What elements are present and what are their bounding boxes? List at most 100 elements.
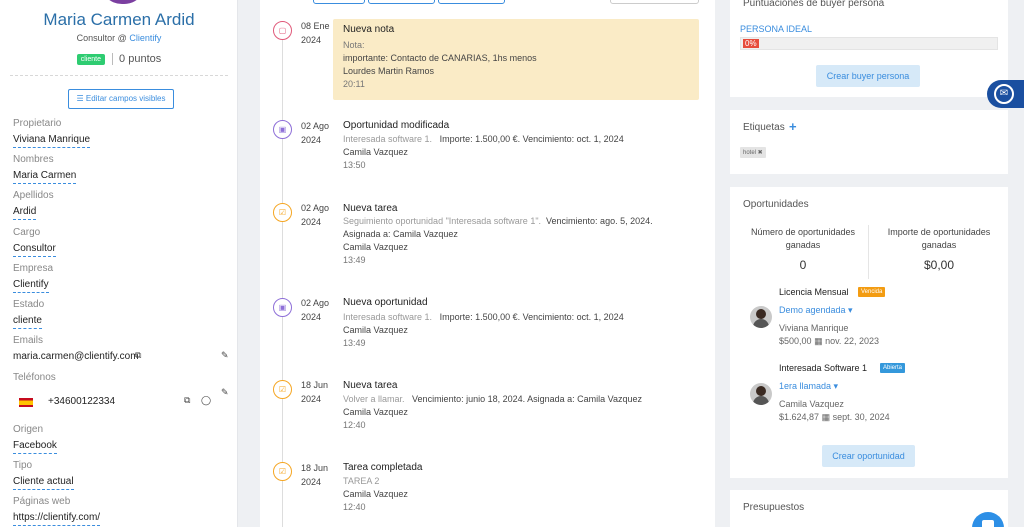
calendar-icon: ▦ <box>814 336 823 346</box>
field-label-emails: Emails <box>13 335 44 346</box>
opportunity-icon: ▣ <box>273 298 292 317</box>
budgets-card: Presupuestos <box>730 490 1008 527</box>
field-value-origen[interactable]: Facebook <box>13 440 57 454</box>
opportunity-icon: ▣ <box>273 120 292 139</box>
stage-dropdown[interactable]: Demo agendada ▾ <box>779 305 853 316</box>
whatsapp-icon[interactable]: ◯ <box>201 395 211 406</box>
opportunities-title: Oportunidades <box>743 199 809 210</box>
tags-card: Etiquetas + hotel ✖ <box>730 110 1008 174</box>
field-label-propietario: Propietario <box>13 118 62 129</box>
add-tag-icon[interactable]: + <box>789 119 797 134</box>
task-icon: ☑ <box>273 380 292 399</box>
timeline-author: Camila Vazquez <box>343 407 408 417</box>
timeline-title: Nueva nota <box>343 24 395 35</box>
won-count-value: 0 <box>799 258 807 272</box>
opportunity-owner: Camila Vazquez <box>779 399 844 409</box>
timeline-time: 20:11 <box>343 79 365 89</box>
timeline-line: Interesada software 1. Importe: 1.500,00… <box>343 312 624 322</box>
mail-icon: ✉ <box>994 84 1014 104</box>
timeline-line: Seguimiento oportunidad "Interesada soft… <box>343 216 653 226</box>
avatar <box>750 383 772 405</box>
won-amount-label: Importe de oportunidades ganadas <box>887 227 991 250</box>
company-link[interactable]: Clientify <box>129 33 161 43</box>
avatar <box>750 306 772 328</box>
timeline-line <box>282 35 283 527</box>
opportunity-amount-date: $500,00 ▦ nov. 22, 2023 <box>779 336 879 346</box>
create-buyer-persona-button[interactable]: Crear buyer persona <box>816 65 920 87</box>
field-value-phone[interactable]: +34600122334 <box>48 396 115 407</box>
filter-button[interactable] <box>368 0 435 4</box>
timeline-date: 08 Ene 2024 <box>301 21 330 45</box>
timeline-author: Camila Vazquez <box>343 147 408 157</box>
avatar[interactable] <box>100 0 146 4</box>
points-count: 0 puntos <box>112 53 161 66</box>
buyer-persona-title: Puntuaciones de buyer persona <box>743 0 885 9</box>
field-value-empresa[interactable]: Clientify <box>13 279 49 293</box>
timeline-date: 18 Jun 2024 <box>301 463 329 487</box>
field-label-cargo: Cargo <box>13 227 41 238</box>
filter-button[interactable] <box>313 0 365 4</box>
timeline-time: 12:40 <box>343 420 366 430</box>
field-label-tipo: Tipo <box>13 460 33 471</box>
timeline-date: 02 Ago 2024 <box>301 203 330 227</box>
timeline-author: Camila Vazquez <box>343 242 408 252</box>
field-value-email[interactable]: maria.carmen@clientify.com <box>13 351 139 362</box>
timeline-author: Lourdes Martin Ramos <box>343 66 435 76</box>
field-label-nombres: Nombres <box>13 154 54 165</box>
timeline-line: importante: Contacto de CANARIAS, 1hs me… <box>343 53 537 63</box>
opportunity-owner: Viviana Manrique <box>779 323 849 333</box>
field-label-paginas: Páginas web <box>13 496 71 507</box>
status-badge: Vencida <box>858 287 886 297</box>
status-badge: Abierta <box>880 363 906 373</box>
divider <box>10 75 228 76</box>
field-value-estado[interactable]: cliente <box>13 315 42 329</box>
opportunity-name[interactable]: Licencia Mensual <box>779 287 849 297</box>
divider <box>868 225 869 279</box>
won-amount-value: $0,00 <box>923 258 955 272</box>
pencil-icon[interactable]: ✎ <box>221 350 229 361</box>
field-label-telefonos: Teléfonos <box>13 372 56 383</box>
timeline-date: 02 Ago 2024 <box>301 298 330 322</box>
field-value-tipo[interactable]: Cliente actual <box>13 476 74 490</box>
persona-label: PERSONA IDEAL <box>740 24 813 34</box>
filter-button[interactable] <box>438 0 505 4</box>
timeline-title: Tarea completada <box>343 462 423 473</box>
persona-progress: 0% <box>740 37 998 50</box>
opportunities-card: Oportunidades Número de oportunidades gan… <box>730 187 1008 478</box>
timeline-title: Nueva tarea <box>343 380 398 391</box>
pencil-icon[interactable]: ✎ <box>221 387 229 398</box>
sort-button[interactable] <box>610 0 699 4</box>
field-value-apellidos[interactable]: Ardid <box>13 206 37 220</box>
field-value-propietario[interactable]: Viviana Manrique <box>13 134 91 148</box>
timeline-line: Interesada software 1. Importe: 1.500,00… <box>343 134 624 144</box>
tags-title: Etiquetas <box>743 122 785 133</box>
copy-icon[interactable]: ⧉ <box>184 395 190 406</box>
activity-timeline: ▢ 08 Ene 2024 Nueva nota Nota: importante… <box>260 0 715 527</box>
opportunity-name[interactable]: Interesada Software 1 <box>779 363 867 373</box>
timeline-line: Nota: <box>343 40 365 50</box>
chat-icon <box>982 520 994 527</box>
field-value-cargo[interactable]: Consultor <box>13 243 56 257</box>
role-text: Consultor @ <box>76 33 127 43</box>
stage-dropdown[interactable]: 1era llamada ▾ <box>779 381 838 392</box>
opportunity-amount-date: $1.624,87 ▦ sept. 30, 2024 <box>779 412 890 422</box>
won-count-label: Número de oportunidades ganadas <box>750 227 856 250</box>
contact-name: Maria Carmen Ardid <box>43 10 195 29</box>
copy-icon[interactable]: ⧉ <box>135 350 141 361</box>
side-mail-tab[interactable]: ✉ <box>987 80 1024 108</box>
contact-sidebar: Maria Carmen Ardid Consultor @ Clientify… <box>0 0 238 527</box>
budgets-title: Presupuestos <box>743 502 805 513</box>
timeline-title: Nueva tarea <box>343 203 398 214</box>
create-opportunity-button[interactable]: Crear oportunidad <box>822 445 915 467</box>
field-value-nombres[interactable]: Maria Carmen <box>13 170 77 184</box>
timeline-time: 13:49 <box>343 338 366 348</box>
tag-chip[interactable]: hotel ✖ <box>740 147 766 158</box>
contact-badges: cliente 0 puntos <box>0 53 237 66</box>
timeline-time: 13:50 <box>343 160 366 170</box>
timeline-date: 18 Jun 2024 <box>301 380 329 404</box>
edit-visible-fields-button[interactable]: ☰ Editar campos visibles <box>68 89 174 109</box>
timeline-title: Nueva oportunidad <box>343 297 428 308</box>
timeline-line: Volver a llamar. Vencimiento: junio 18, … <box>343 394 643 404</box>
field-label-empresa: Empresa <box>13 263 54 274</box>
field-value-pagina[interactable]: https://clientify.com/ <box>13 512 101 526</box>
